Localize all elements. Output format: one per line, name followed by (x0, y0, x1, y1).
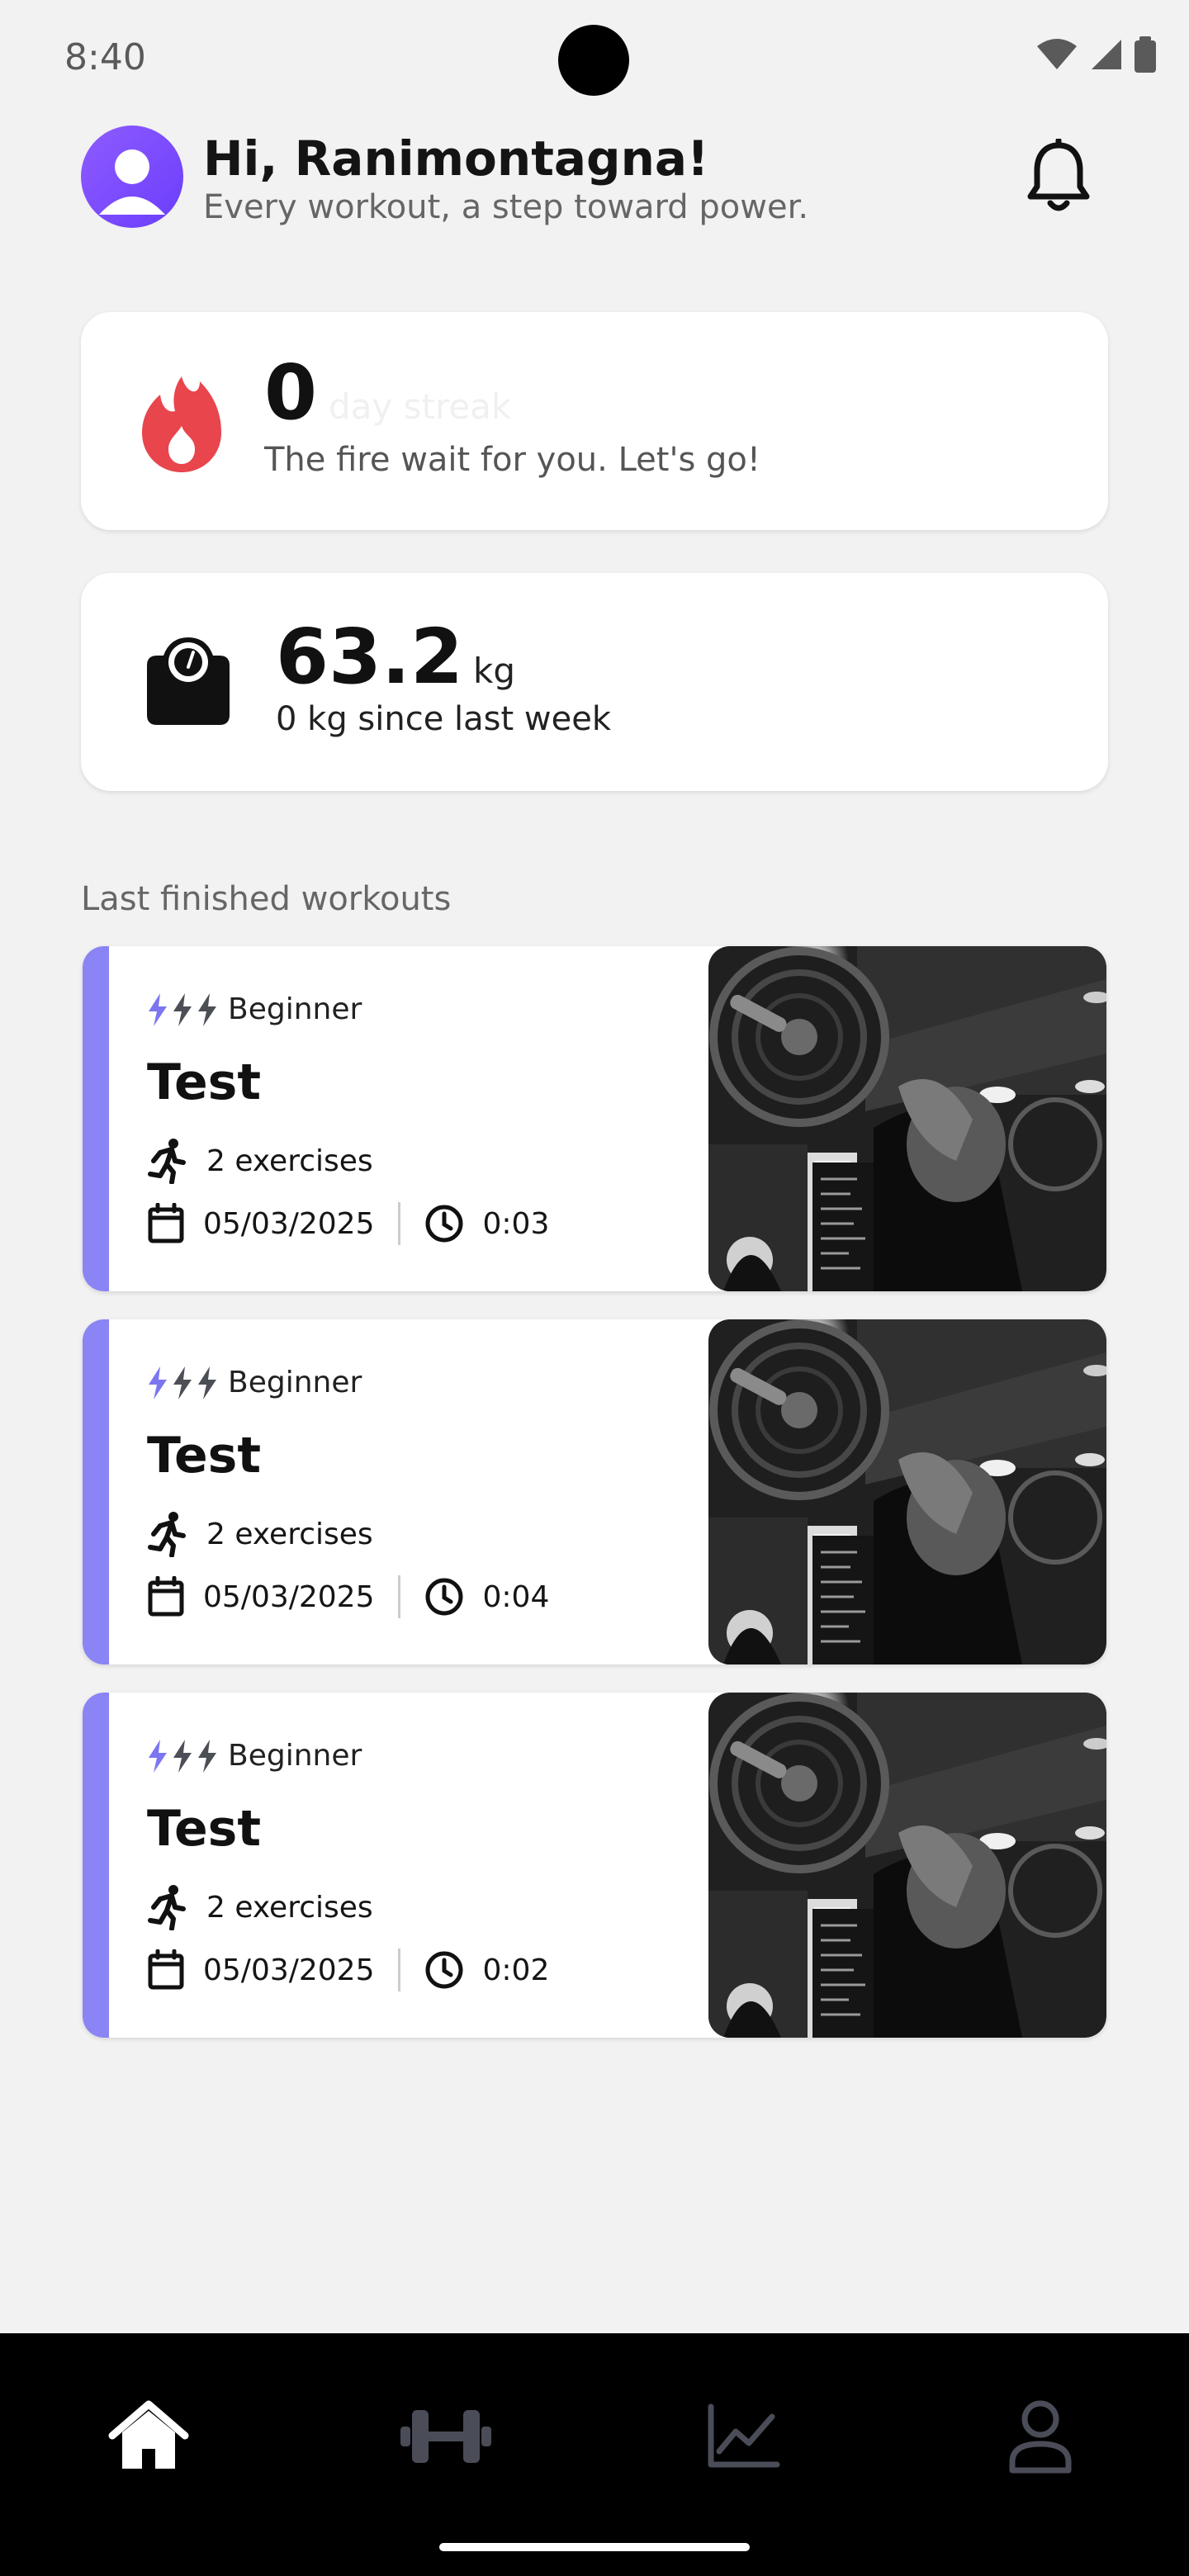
status-icons (1035, 36, 1156, 73)
calendar-icon (148, 1576, 184, 1617)
level-label: Beginner (228, 1739, 362, 1773)
scale-icon (147, 637, 230, 725)
clock-icon (425, 1205, 462, 1243)
calendar-icon (148, 1203, 184, 1243)
exercise-row: 2 exercises (147, 1511, 373, 1557)
fire-icon (142, 376, 221, 472)
workout-card[interactable]: Beginner Test 2 exercises 05/03/2025 0:0… (83, 946, 1106, 1291)
bolt-icon (173, 1739, 192, 1773)
profile-icon (1009, 2400, 1072, 2474)
bolt-icon (198, 1739, 216, 1773)
workout-duration: 0:04 (482, 1579, 550, 1614)
streak-card[interactable]: 0 day streak The fire wait for you. Let'… (81, 312, 1108, 530)
running-icon (148, 1139, 186, 1184)
weight-unit: kg (473, 651, 515, 691)
level-label: Beginner (228, 1366, 362, 1399)
weight-change: 0 kg since last week (276, 700, 612, 738)
exercise-count: 2 exercises (206, 1517, 373, 1551)
bolt-icon (149, 992, 167, 1026)
workout-card[interactable]: Beginner Test 2 exercises 05/03/2025 0:0… (83, 1319, 1106, 1664)
weight-value: 63.2 (276, 613, 463, 701)
workout-title: Test (147, 1427, 262, 1485)
nav-profile[interactable] (991, 2391, 1090, 2482)
workout-photo (708, 1693, 1106, 2038)
workout-accent-bar (83, 1319, 109, 1664)
bolt-icon (149, 1366, 167, 1399)
date-row: 05/03/2025 0:04 (147, 1575, 549, 1618)
streak-message: The fire wait for you. Let's go! (264, 441, 760, 479)
bolt-icon (149, 1739, 167, 1773)
bolt-icon (198, 992, 216, 1026)
home-indicator[interactable] (439, 2543, 750, 2551)
home-icon (108, 2400, 189, 2469)
date-row: 05/03/2025 0:03 (147, 1202, 549, 1245)
camera-cutout (558, 25, 629, 96)
status-time: 8:40 (64, 36, 146, 78)
workout-date: 05/03/2025 (203, 1579, 375, 1614)
avatar-person-icon (99, 149, 165, 215)
nav-workouts[interactable] (396, 2391, 495, 2482)
streak-label: day streak (329, 386, 512, 427)
exercise-row: 2 exercises (147, 1884, 373, 1930)
avatar[interactable] (81, 125, 183, 228)
date-row: 05/03/2025 0:02 (147, 1949, 549, 1991)
level-label: Beginner (228, 992, 362, 1026)
streak-count: 0 (264, 348, 318, 437)
nav-progress[interactable] (694, 2391, 793, 2482)
greeting-title: Hi, Ranimontagna! (203, 130, 709, 187)
section-title: Last finished workouts (81, 880, 452, 918)
workout-photo (708, 1319, 1106, 1664)
exercise-count: 2 exercises (206, 1890, 373, 1925)
bolt-icon (198, 1366, 216, 1399)
workout-accent-bar (83, 1693, 109, 2038)
workout-title: Test (147, 1054, 262, 1111)
bottom-navigation (0, 2333, 1189, 2576)
level-indicator: Beginner (147, 1739, 362, 1773)
workout-accent-bar (83, 946, 109, 1291)
divider (397, 1202, 400, 1245)
divider (397, 1949, 400, 1991)
running-icon (148, 1885, 186, 1930)
signal-icon (1092, 40, 1121, 69)
battery-icon (1135, 36, 1156, 73)
weight-card[interactable]: 63.2 kg 0 kg since last week (81, 573, 1108, 791)
exercise-row: 2 exercises (147, 1138, 373, 1184)
level-indicator: Beginner (147, 992, 362, 1026)
chart-icon (708, 2403, 780, 2468)
exercise-count: 2 exercises (206, 1144, 373, 1178)
bell-icon (1027, 137, 1090, 211)
workout-photo (708, 946, 1106, 1291)
dumbbell-icon (400, 2410, 491, 2463)
calendar-icon (148, 1949, 184, 1990)
workout-date: 05/03/2025 (203, 1206, 375, 1241)
wifi-icon (1037, 39, 1077, 69)
workout-card[interactable]: Beginner Test 2 exercises 05/03/2025 0:0… (83, 1693, 1106, 2038)
running-icon (148, 1512, 186, 1557)
workout-date: 05/03/2025 (203, 1953, 375, 1987)
workout-duration: 0:03 (482, 1206, 550, 1241)
bolt-icon (173, 992, 192, 1026)
clock-icon (425, 1578, 462, 1616)
workout-title: Test (147, 1800, 262, 1858)
level-indicator: Beginner (147, 1366, 362, 1399)
divider (397, 1575, 400, 1618)
clock-icon (425, 1951, 462, 1989)
bolt-icon (173, 1366, 192, 1399)
nav-home[interactable] (99, 2391, 198, 2482)
notifications-button[interactable] (1022, 137, 1095, 215)
workout-duration: 0:02 (482, 1953, 550, 1987)
greeting-subtitle: Every workout, a step toward power. (203, 188, 809, 226)
